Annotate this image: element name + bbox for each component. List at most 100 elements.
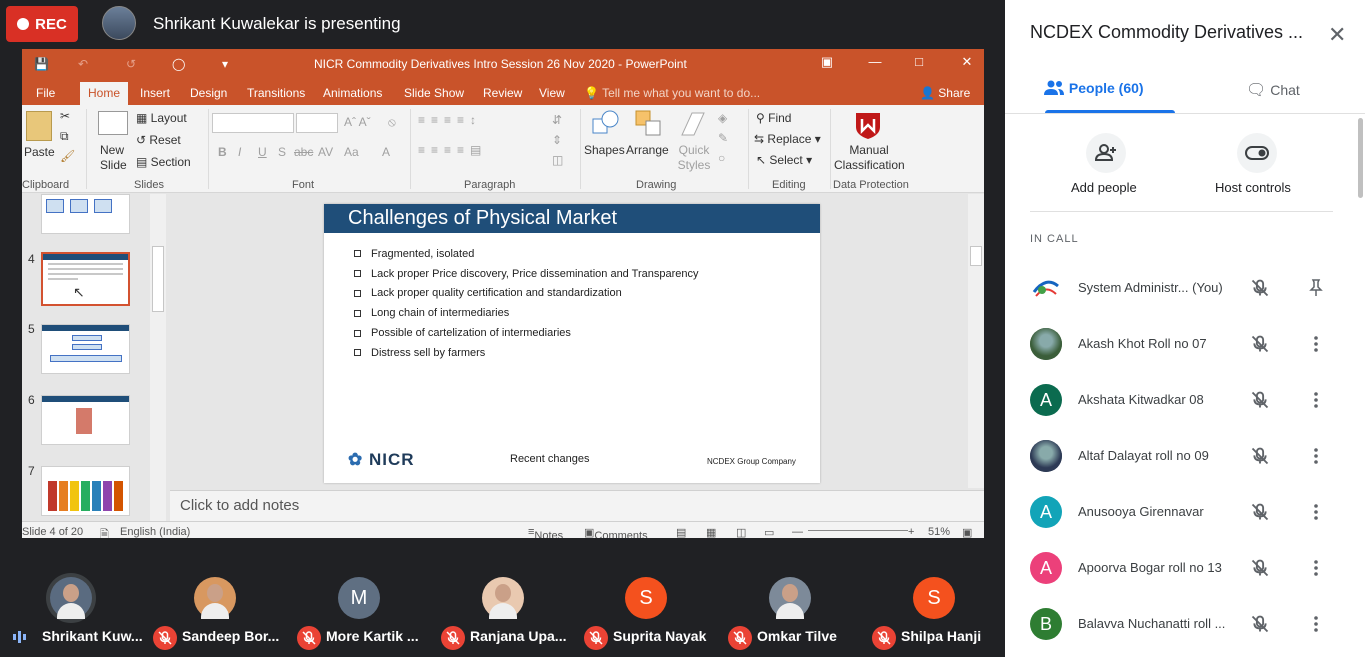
spacing-icon[interactable]: AV xyxy=(318,145,333,159)
zoom-slider[interactable] xyxy=(808,530,908,531)
copy-icon[interactable]: ⧉ xyxy=(60,129,69,144)
bold-icon[interactable]: B xyxy=(218,145,227,159)
tab-view[interactable]: View xyxy=(539,86,565,100)
clear-format-icon[interactable]: ⦸ xyxy=(388,115,396,130)
participant-row[interactable]: Altaf Dalayat roll no 09 xyxy=(1030,440,1330,480)
tab-design[interactable]: Design xyxy=(190,86,227,100)
share-button[interactable]: 👤 Share xyxy=(920,86,970,100)
slide-thumbnail-6[interactable] xyxy=(41,395,130,445)
layout-button[interactable]: ▦ Layout xyxy=(136,111,187,125)
participant-tile-avatar[interactable] xyxy=(769,577,811,619)
paste-icon[interactable] xyxy=(26,111,52,141)
present-icon[interactable]: ◯ xyxy=(172,57,185,71)
tell-me-input[interactable]: 💡 Tell me what you want to do... xyxy=(584,86,760,100)
close-icon[interactable]: ✕ xyxy=(960,54,974,69)
quick-styles-icon[interactable] xyxy=(678,109,708,139)
participant-row[interactable]: Akash Khot Roll no 07 xyxy=(1030,328,1330,368)
font-size-select[interactable] xyxy=(296,113,338,133)
participant-row[interactable]: A Anusooya Girennavar xyxy=(1030,496,1330,536)
shape-fill-icon[interactable]: ◈ xyxy=(718,111,727,125)
reading-view-icon[interactable]: ◫ xyxy=(736,526,746,538)
tab-file[interactable]: File xyxy=(36,86,55,100)
tab-transitions[interactable]: Transitions xyxy=(247,86,305,100)
smartart-icon[interactable]: ◫ xyxy=(552,153,563,167)
sorter-view-icon[interactable]: ▦ xyxy=(706,526,716,538)
participant-tile-avatar[interactable]: M xyxy=(338,577,380,619)
tab-people[interactable]: People (60) xyxy=(1043,80,1144,96)
replace-button[interactable]: ⇆ Replace ▾ xyxy=(754,132,821,146)
find-button[interactable]: ⚲ Find xyxy=(756,111,791,125)
participant-tile-avatar[interactable] xyxy=(194,577,236,619)
zoom-in-icon[interactable]: + xyxy=(908,526,914,538)
shadow-icon[interactable]: S xyxy=(278,145,286,159)
slide-scrollbar[interactable] xyxy=(968,194,984,488)
shape-effects-icon[interactable]: ○ xyxy=(718,151,725,165)
normal-view-icon[interactable]: ▤ xyxy=(676,526,686,538)
change-case-icon[interactable]: Aa xyxy=(344,145,359,159)
participant-row[interactable]: System Administr... (You) xyxy=(1030,272,1330,312)
current-slide[interactable]: Challenges of Physical Market Fragmented… xyxy=(324,204,820,483)
customize-icon[interactable]: ▾ xyxy=(222,57,228,71)
slide-thumbnail-5[interactable] xyxy=(41,324,130,374)
mcafee-shield-icon[interactable] xyxy=(852,109,884,141)
paste-button[interactable]: Paste xyxy=(24,145,55,159)
minimize-icon[interactable]: — xyxy=(868,54,882,69)
pin-icon[interactable] xyxy=(1306,278,1326,303)
fit-slide-icon[interactable]: ▣ xyxy=(962,526,972,538)
tab-chat[interactable]: 🗨 Chat xyxy=(1246,80,1300,100)
host-controls-button[interactable] xyxy=(1237,133,1277,173)
slide-thumbnail-4[interactable]: ↖ xyxy=(41,252,130,306)
slideshow-view-icon[interactable]: ▭ xyxy=(764,526,774,538)
spell-check-icon[interactable]: 🗎 xyxy=(100,526,109,538)
new-slide-icon[interactable] xyxy=(98,111,128,135)
shapes-icon[interactable] xyxy=(590,109,620,139)
font-name-select[interactable] xyxy=(212,113,294,133)
tab-slide-show[interactable]: Slide Show xyxy=(404,86,464,100)
section-button[interactable]: ▤ Section xyxy=(136,155,191,169)
more-options-icon[interactable] xyxy=(1306,446,1326,471)
more-options-icon[interactable] xyxy=(1306,334,1326,359)
language[interactable]: English (India) xyxy=(120,526,190,538)
more-options-icon[interactable] xyxy=(1306,614,1326,639)
zoom-level[interactable]: 51% xyxy=(928,526,950,538)
quick-styles-button[interactable]: Quick Styles xyxy=(674,143,714,173)
tab-insert[interactable]: Insert xyxy=(140,86,170,100)
more-options-icon[interactable] xyxy=(1306,502,1326,527)
shape-outline-icon[interactable]: ✎ xyxy=(718,131,728,145)
add-people-button[interactable] xyxy=(1086,133,1126,173)
comments-toggle[interactable]: ▣ Comments xyxy=(584,526,648,538)
align-icons[interactable]: ≡≡≡≡▤ xyxy=(418,143,487,157)
list-icons[interactable]: ≡≡≡≡↕ xyxy=(418,113,482,127)
participant-tile-avatar[interactable]: S xyxy=(913,577,955,619)
participant-row[interactable]: A Apoorva Bogar roll no 13 xyxy=(1030,552,1330,592)
undo-icon[interactable]: ↶ xyxy=(78,57,88,71)
slide-thumbnail-7[interactable] xyxy=(41,466,130,516)
font-color-icon[interactable]: A xyxy=(382,145,390,159)
cut-icon[interactable]: ✂ xyxy=(60,109,70,123)
underline-icon[interactable]: U xyxy=(258,145,267,159)
tab-animations[interactable]: Animations xyxy=(323,86,382,100)
shapes-button[interactable]: Shapes xyxy=(584,143,625,157)
more-options-icon[interactable] xyxy=(1306,390,1326,415)
format-painter-icon[interactable]: 🖌 xyxy=(60,149,75,163)
italic-icon[interactable]: I xyxy=(238,145,241,159)
arrange-button[interactable]: Arrange xyxy=(626,143,669,157)
more-options-icon[interactable] xyxy=(1306,558,1326,583)
zoom-out-icon[interactable]: — xyxy=(792,526,803,538)
arrange-icon[interactable] xyxy=(634,109,664,139)
save-icon[interactable]: 💾 xyxy=(34,57,49,71)
close-panel-icon[interactable]: ✕ xyxy=(1328,22,1346,48)
thumb-scrollbar-thumb[interactable] xyxy=(152,246,164,312)
participant-row[interactable]: A Akshata Kitwadkar 08 xyxy=(1030,384,1330,424)
tab-review[interactable]: Review xyxy=(483,86,522,100)
notes-pane[interactable]: Click to add notes xyxy=(170,490,984,521)
strikethrough-icon[interactable]: abc xyxy=(294,145,313,159)
slide-thumbnail-3[interactable] xyxy=(41,194,130,234)
maximize-icon[interactable]: □ xyxy=(912,54,926,69)
side-scrollbar[interactable] xyxy=(1358,118,1363,198)
notes-toggle[interactable]: ≡ Notes xyxy=(528,526,563,538)
font-grow-icon[interactable]: Aˆ Aˇ xyxy=(344,115,371,129)
new-slide-button[interactable]: New Slide xyxy=(100,143,128,173)
text-direction-icon[interactable]: ⇵ xyxy=(552,113,562,127)
select-button[interactable]: ↖ Select ▾ xyxy=(756,153,812,167)
